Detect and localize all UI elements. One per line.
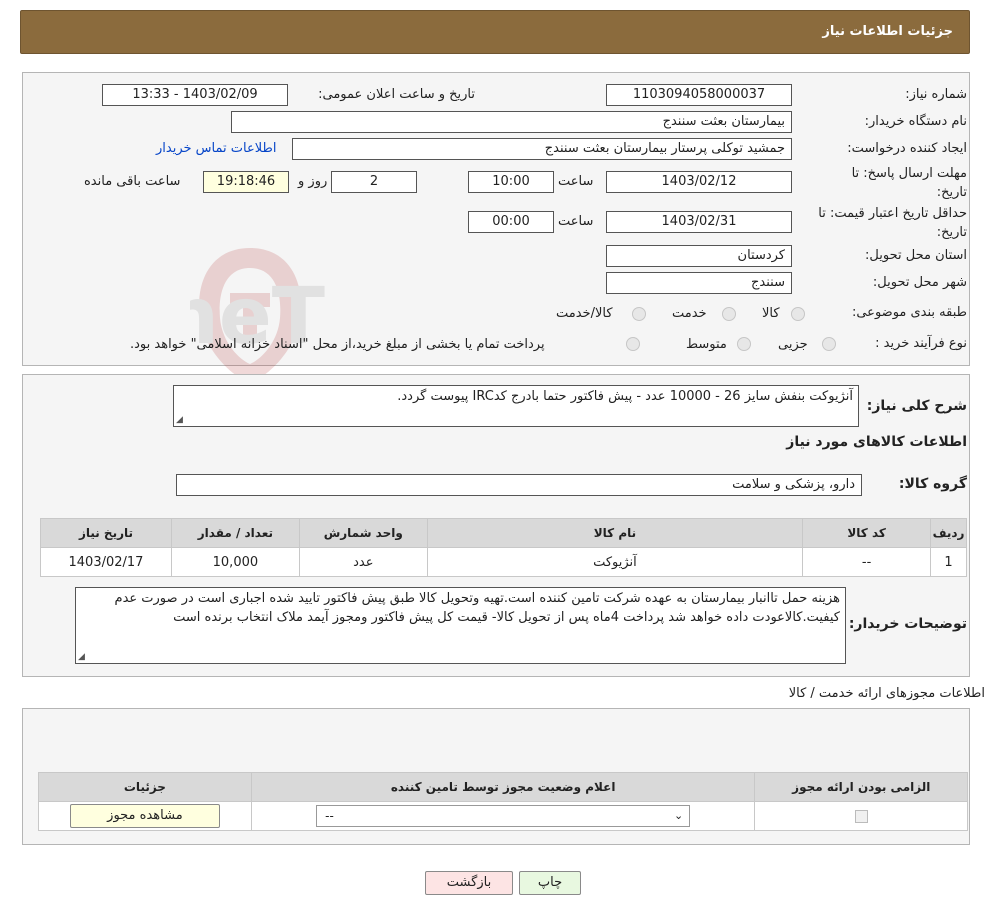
cell-name: آنژیوکت xyxy=(426,547,804,577)
col-unit: واحد شمارش xyxy=(298,518,428,548)
radio-medium-label: متوسط xyxy=(686,337,727,352)
licenses-title: اطلاعات مجوزهای ارائه خدمت / کالا xyxy=(788,686,985,701)
buyer-org-label: نام دستگاه خریدار: xyxy=(864,114,967,129)
remaining-time-label: ساعت باقی مانده xyxy=(84,174,181,189)
announce-label: تاریخ و ساعت اعلان عمومی: xyxy=(318,87,475,102)
col-license-required: الزامی بودن ارائه مجوز xyxy=(754,772,968,802)
col-license-status: اعلام وضعیت مجوز توسط تامین کننده xyxy=(250,772,756,802)
col-name: نام کالا xyxy=(426,518,804,548)
days-label: روز و xyxy=(298,174,328,189)
license-required-checkbox[interactable] xyxy=(854,809,868,823)
buyer-notes-textarea[interactable]: هزینه حمل تاانبار بیمارستان به عهده شرکت… xyxy=(75,587,846,664)
radio-goods-service-label: کالا/خدمت xyxy=(556,306,613,321)
contact-buyer-link[interactable]: اطلاعات تماس خریدار xyxy=(156,139,276,159)
radio-goods[interactable] xyxy=(791,307,805,321)
goods-group-label: گروه کالا: xyxy=(898,476,967,492)
license-table: الزامی بودن ارائه مجوز اعلام وضعیت مجوز … xyxy=(38,772,968,831)
validity-date-field: 1403/02/31 xyxy=(606,211,792,233)
description-label: شرح کلی نیاز: xyxy=(866,398,967,414)
deadline-time-field: 10:00 xyxy=(468,171,554,193)
buyer-notes-text: هزینه حمل تاانبار بیمارستان به عهده شرکت… xyxy=(114,591,840,625)
treasury-checkbox[interactable] xyxy=(626,337,640,351)
creator-label: ایجاد کننده درخواست: xyxy=(847,141,967,156)
days-remaining-field: 2 xyxy=(331,171,417,193)
radio-goods-label: کالا xyxy=(762,306,780,321)
city-field: سنندج xyxy=(606,272,792,294)
radio-goods-service[interactable] xyxy=(632,307,646,321)
cell-details: مشاهده مجوز xyxy=(38,801,252,831)
category-label: طبقه بندی موضوعی: xyxy=(851,305,967,320)
description-text: آنژیوکت بنفش سایز 26 - 10000 عدد - پیش ف… xyxy=(397,389,853,404)
validity-time-field: 00:00 xyxy=(468,211,554,233)
announce-field: 1403/02/09 - 13:33 xyxy=(102,84,288,106)
validity-label: حداقل تاریخ اعتبار قیمت: تا xyxy=(818,206,967,221)
cell-need-date: 1403/02/17 xyxy=(40,547,172,577)
deadline-time-label: ساعت xyxy=(558,174,594,189)
radio-service-label: خدمت xyxy=(672,306,707,321)
cell-license-status: -- ⌄ xyxy=(250,801,756,831)
cell-row-number: 1 xyxy=(930,547,967,577)
province-field: کردستان xyxy=(606,245,792,267)
back-button[interactable]: بازگشت xyxy=(425,871,513,895)
goods-section-title: اطلاعات کالاهای مورد نیاز xyxy=(786,434,967,450)
table-row: 1 -- آنژیوکت عدد 10,000 1403/02/17 xyxy=(40,547,967,577)
deadline-label-date: تاریخ: xyxy=(936,185,967,200)
buyer-notes-label: توضیحات خریدار: xyxy=(848,616,967,632)
col-need-date: تاریخ نیاز xyxy=(40,518,172,548)
page: { "page_title": "جزئیات اطلاعات نیاز", "… xyxy=(0,0,985,915)
remaining-time-field: 19:18:46 xyxy=(203,171,289,193)
print-button[interactable]: چاپ xyxy=(519,871,581,895)
page-title: جزئیات اطلاعات نیاز xyxy=(822,24,953,39)
city-label: شهر محل تحویل: xyxy=(872,275,967,290)
cell-code: -- xyxy=(802,547,932,577)
buyer-org-field: بیمارستان بعثت سنندج xyxy=(231,111,792,133)
validity-label-date: تاریخ: xyxy=(936,225,967,240)
col-row-number: ردیف xyxy=(930,518,967,548)
license-status-select[interactable]: -- ⌄ xyxy=(316,805,691,827)
col-details: جزئیات xyxy=(38,772,252,802)
cell-license-required xyxy=(754,801,968,831)
radio-minor-label: جزیی xyxy=(778,337,808,352)
need-number-label: شماره نیاز: xyxy=(905,87,967,102)
deadline-label: مهلت ارسال پاسخ: تا xyxy=(851,166,967,181)
description-textarea[interactable]: آنژیوکت بنفش سایز 26 - 10000 عدد - پیش ف… xyxy=(173,385,859,427)
province-label: استان محل تحویل: xyxy=(865,248,967,263)
page-header: جزئیات اطلاعات نیاز xyxy=(20,10,970,54)
license-status-value: -- xyxy=(325,809,334,823)
treasury-note: پرداخت تمام یا بخشی از مبلغ خرید،از محل … xyxy=(130,337,545,352)
goods-table-header-row: ردیف کد کالا نام کالا واحد شمارش تعداد /… xyxy=(40,518,967,548)
resize-grip-icon: ◢ xyxy=(176,415,183,425)
process-label: نوع فرآیند خرید : xyxy=(875,336,967,351)
resize-grip-icon: ◢ xyxy=(78,652,85,662)
creator-field: جمشید توکلی پرستار بیمارستان بعثت سنندج xyxy=(292,138,792,160)
license-table-header-row: الزامی بودن ارائه مجوز اعلام وضعیت مجوز … xyxy=(38,772,968,802)
goods-table: ردیف کد کالا نام کالا واحد شمارش تعداد /… xyxy=(40,518,967,577)
table-row: -- ⌄ مشاهده مجوز xyxy=(38,801,968,831)
radio-minor[interactable] xyxy=(822,337,836,351)
view-license-button[interactable]: مشاهده مجوز xyxy=(69,804,220,828)
radio-medium[interactable] xyxy=(737,337,751,351)
col-code: کد کالا xyxy=(802,518,932,548)
chevron-down-icon: ⌄ xyxy=(673,809,684,822)
validity-time-label: ساعت xyxy=(558,214,594,229)
radio-service[interactable] xyxy=(722,307,736,321)
cell-unit: عدد xyxy=(298,547,428,577)
goods-group-field: دارو، پزشکی و سلامت xyxy=(176,474,862,496)
need-number-field: 1103094058000037 xyxy=(606,84,792,106)
cell-quantity: 10,000 xyxy=(170,547,300,577)
deadline-date-field: 1403/02/12 xyxy=(606,171,792,193)
col-quantity: تعداد / مقدار xyxy=(170,518,300,548)
